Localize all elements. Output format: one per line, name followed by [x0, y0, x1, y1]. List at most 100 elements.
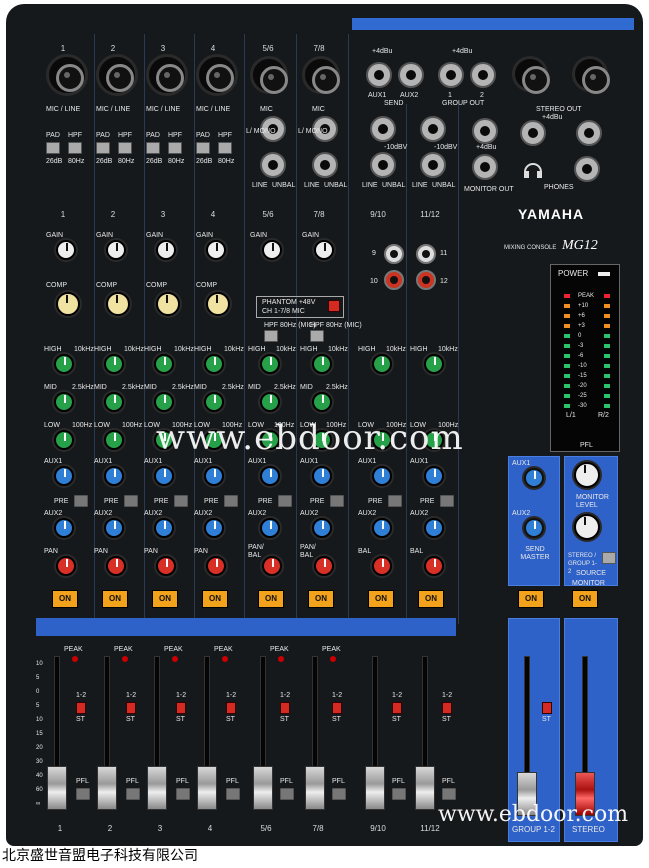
group-assign-button[interactable] [226, 702, 236, 714]
pre-button[interactable] [440, 495, 454, 507]
eq-high-knob[interactable] [372, 354, 392, 374]
aux2-knob[interactable] [372, 518, 392, 538]
group-assign-button[interactable] [392, 702, 402, 714]
pan-knob[interactable] [56, 556, 76, 576]
channel-fader[interactable] [47, 766, 67, 810]
channel-on-button[interactable]: ON [418, 590, 444, 608]
combo-input-jack[interactable] [146, 54, 188, 96]
eq-high-knob[interactable] [154, 354, 174, 374]
channel-fader[interactable] [97, 766, 117, 810]
group-to-stereo-button[interactable] [542, 702, 552, 714]
stereo-out-l-xlr[interactable] [512, 56, 550, 94]
comp-knob[interactable] [106, 292, 130, 316]
combo-input-jack[interactable] [96, 54, 138, 96]
aux1-knob[interactable] [54, 466, 74, 486]
gain-knob[interactable] [314, 240, 334, 260]
gain-knob[interactable] [206, 240, 226, 260]
hpf-button[interactable] [168, 142, 182, 154]
eq-mid-knob[interactable] [154, 392, 174, 412]
stereo-out-r-xlr[interactable] [572, 56, 610, 94]
hpf-button[interactable] [218, 142, 232, 154]
hpf-button[interactable] [264, 330, 278, 342]
pre-button[interactable] [330, 495, 344, 507]
aux2-knob[interactable] [104, 518, 124, 538]
aux1-knob[interactable] [260, 466, 280, 486]
pad-button[interactable] [146, 142, 160, 154]
comp-knob[interactable] [206, 292, 230, 316]
eq-low-knob[interactable] [104, 430, 124, 450]
pfl-button[interactable] [176, 788, 190, 800]
pan-bal-knob[interactable] [262, 556, 282, 576]
pan-knob[interactable] [106, 556, 126, 576]
aux1-knob[interactable] [312, 466, 332, 486]
phones-jack[interactable] [574, 156, 600, 182]
comp-knob[interactable] [156, 292, 180, 316]
channel-on-button[interactable]: ON [308, 590, 334, 608]
channel-fader[interactable] [197, 766, 217, 810]
pfl-button[interactable] [126, 788, 140, 800]
rca-input-9[interactable] [384, 244, 404, 264]
aux1-send-jack[interactable] [366, 62, 392, 88]
pre-button[interactable] [174, 495, 188, 507]
eq-mid-knob[interactable] [104, 392, 124, 412]
aux2-send-jack[interactable] [398, 62, 424, 88]
rca-input-12[interactable] [416, 270, 436, 290]
combo-input-jack[interactable] [46, 54, 88, 96]
line-r-jack[interactable] [260, 152, 286, 178]
line-l-jack[interactable] [370, 116, 396, 142]
rca-input-11[interactable] [416, 244, 436, 264]
source-select-button[interactable] [602, 552, 616, 564]
eq-high-knob[interactable] [260, 354, 280, 374]
stereo-out-l-jack[interactable] [520, 120, 546, 146]
channel-on-button[interactable]: ON [258, 590, 284, 608]
bal-knob[interactable] [372, 556, 392, 576]
eq-high-knob[interactable] [204, 354, 224, 374]
channel-fader[interactable] [147, 766, 167, 810]
group-assign-button[interactable] [176, 702, 186, 714]
gain-knob[interactable] [56, 240, 76, 260]
pan-bal-knob[interactable] [314, 556, 334, 576]
eq-mid-knob[interactable] [260, 392, 280, 412]
aux2-knob[interactable] [204, 518, 224, 538]
channel-on-button[interactable]: ON [202, 590, 228, 608]
eq-high-knob[interactable] [54, 354, 74, 374]
pfl-button[interactable] [76, 788, 90, 800]
combo-input-jack[interactable] [196, 54, 238, 96]
line-r-jack[interactable] [420, 152, 446, 178]
pan-knob[interactable] [156, 556, 176, 576]
channel-fader[interactable] [305, 766, 325, 810]
eq-high-knob[interactable] [104, 354, 124, 374]
aux1-master-knob[interactable] [524, 468, 544, 488]
stereo-on-button[interactable]: ON [572, 590, 598, 608]
aux2-knob[interactable] [154, 518, 174, 538]
aux2-master-knob[interactable] [524, 518, 544, 538]
aux1-knob[interactable] [154, 466, 174, 486]
xlr-input-jack[interactable] [250, 56, 288, 94]
channel-on-button[interactable]: ON [102, 590, 128, 608]
line-l-jack[interactable] [420, 116, 446, 142]
pad-button[interactable] [196, 142, 210, 154]
bal-knob[interactable] [424, 556, 444, 576]
pfl-button[interactable] [280, 788, 294, 800]
pre-button[interactable] [224, 495, 238, 507]
pan-knob[interactable] [206, 556, 226, 576]
monitor-out-l-jack[interactable] [472, 118, 498, 144]
pfl-button[interactable] [226, 788, 240, 800]
group-out-1-jack[interactable] [438, 62, 464, 88]
phantom-power-switch[interactable] [328, 300, 340, 312]
group-assign-button[interactable] [76, 702, 86, 714]
aux2-knob[interactable] [54, 518, 74, 538]
line-r-jack[interactable] [312, 152, 338, 178]
eq-mid-knob[interactable] [312, 392, 332, 412]
group-assign-button[interactable] [332, 702, 342, 714]
channel-fader[interactable] [365, 766, 385, 810]
aux1-knob[interactable] [372, 466, 392, 486]
aux1-knob[interactable] [204, 466, 224, 486]
xlr-input-jack[interactable] [302, 56, 340, 94]
channel-on-button[interactable]: ON [52, 590, 78, 608]
group-assign-button[interactable] [126, 702, 136, 714]
pre-button[interactable] [74, 495, 88, 507]
aux1-knob[interactable] [424, 466, 444, 486]
channel-on-button[interactable]: ON [368, 590, 394, 608]
line-r-jack[interactable] [370, 152, 396, 178]
